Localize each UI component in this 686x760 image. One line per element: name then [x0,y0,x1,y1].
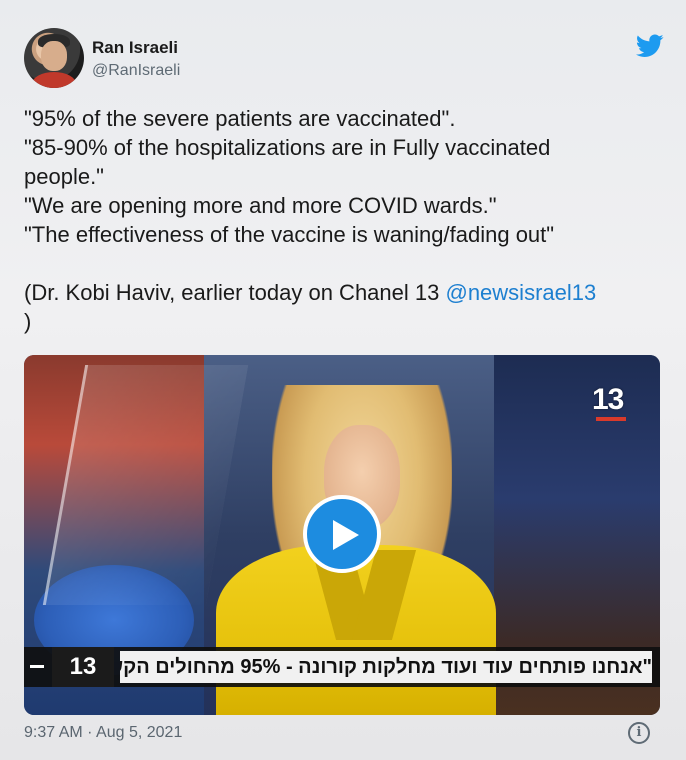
tweet-line: "We are opening more and more COVID ward… [24,193,497,218]
channel-logo: 13 [592,383,624,416]
tweet-line: "85-90% of the hospitalizations are in F… [24,135,551,160]
tweet-text: "95% of the severe patients are vaccinat… [24,104,664,336]
news-ticker: 13 "אנחנו פותחים עוד ועוד מחלקות קורונה … [24,647,660,687]
ticker-headline: "אנחנו פותחים עוד ועוד מחלקות קורונה - 9… [120,651,652,683]
avatar-face [41,41,67,71]
tweet-line: people." [24,164,104,189]
avatar-shirt [32,72,76,88]
twitter-bird-icon[interactable] [636,34,664,58]
source-suffix: ) [24,309,32,334]
author-name[interactable]: Ran Israeli [92,38,178,58]
tweet-line: "95% of the severe patients are vaccinat… [24,106,456,131]
tweet-source-line: (Dr. Kobi Haviv, earlier today on Chanel… [24,278,664,307]
source-prefix: (Dr. Kobi Haviv, earlier today on Chanel… [24,280,446,305]
ticker-dash [30,665,44,668]
author-avatar[interactable] [24,28,84,88]
tweet-timestamp[interactable]: 9:37 AM · Aug 5, 2021 [24,724,182,742]
tweet-card: Ran Israeli @RanIsraeli "95% of the seve… [0,0,686,760]
ticker-channel-logo: 13 [52,647,114,687]
video-thumbnail[interactable]: 13 13 "אנחנו פותחים עוד ועוד מחלקות קורו… [24,355,660,715]
play-button[interactable] [303,495,381,573]
channel-logo-underline [596,417,626,421]
mention-link[interactable]: @newsisrael13 [445,280,596,305]
tweet-line: "The effectiveness of the vaccine is wan… [24,222,555,247]
play-icon [333,520,359,550]
author-handle[interactable]: @RanIsraeli [92,62,180,80]
info-icon[interactable]: i [628,722,650,744]
